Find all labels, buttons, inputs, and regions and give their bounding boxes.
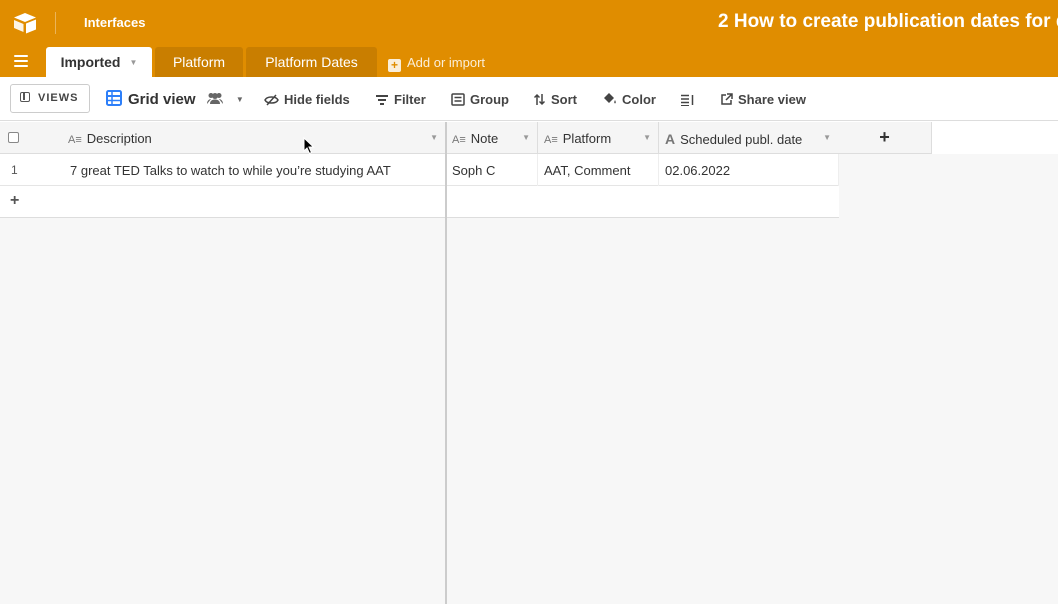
- grid-icon: [106, 90, 122, 106]
- base-title[interactable]: 2 How to create publication dates for di…: [718, 11, 1058, 33]
- scheduled-publ-date-cell[interactable]: 02.06.2022: [659, 154, 839, 186]
- plus-icon: +: [879, 127, 890, 147]
- color-button[interactable]: Color: [602, 92, 656, 107]
- chevron-down-icon[interactable]: ▼: [236, 95, 244, 104]
- share-view-button[interactable]: Share view: [720, 92, 806, 107]
- sidebar-icon: [20, 92, 30, 102]
- description-cell[interactable]: 7 great TED Talks to watch to while you’…: [62, 154, 446, 186]
- long-text-icon: A≡: [68, 134, 82, 146]
- sort-label: Sort: [551, 92, 577, 107]
- long-text-icon: A≡: [544, 134, 558, 146]
- view-toolbar: VIEWS Grid view ▼ Hide fields Filter Gro…: [0, 77, 1058, 121]
- column-header-note[interactable]: A≡ Note ▼: [446, 122, 538, 154]
- color-label: Color: [622, 92, 656, 107]
- frozen-column-divider[interactable]: [445, 122, 447, 604]
- tab-imported[interactable]: Imported ▼: [46, 47, 152, 77]
- eye-slash-icon: [264, 94, 279, 106]
- menu-icon[interactable]: [14, 55, 28, 67]
- chevron-down-icon[interactable]: ▼: [522, 133, 530, 142]
- chevron-down-icon[interactable]: ▼: [430, 133, 438, 142]
- select-all-cell: [0, 122, 62, 154]
- add-import-label: Add or import: [407, 55, 486, 70]
- data-grid: A≡ Description ▼ A≡ Note ▼ A≡ Platform ▼ AS…: [0, 122, 1058, 604]
- tab-platform[interactable]: Platform: [155, 47, 243, 77]
- platform-cell[interactable]: AAT, Comment: [538, 154, 659, 186]
- collaborators-icon: [206, 93, 223, 104]
- plus-icon: +: [388, 59, 401, 72]
- empty-grid-area: [839, 154, 1058, 218]
- group-label: Group: [470, 92, 509, 107]
- empty-grid-area: [0, 218, 1058, 604]
- column-header-platform[interactable]: A≡ Platform ▼: [538, 122, 659, 154]
- tab-platform-dates[interactable]: Platform Dates: [246, 47, 377, 77]
- chevron-down-icon[interactable]: ▼: [823, 133, 831, 142]
- interfaces-link[interactable]: Interfaces: [84, 15, 145, 30]
- column-header-scheduled-publ-date[interactable]: A Scheduled publ. date ▼: [659, 122, 839, 154]
- tab-label: Platform: [172, 54, 226, 70]
- grid-view-switcher[interactable]: Grid view ▼: [106, 90, 244, 108]
- plus-icon: +: [10, 192, 20, 209]
- filter-button[interactable]: Filter: [375, 92, 426, 107]
- grid-view-label: Grid view: [128, 91, 196, 108]
- add-or-import-button[interactable]: + Add or import: [388, 55, 485, 72]
- tab-label: Imported: [60, 54, 121, 70]
- share-icon: [721, 93, 733, 105]
- filter-icon: [376, 95, 388, 105]
- share-view-label: Share view: [738, 92, 806, 107]
- row-number-cell: 1: [0, 154, 62, 186]
- table-tab-bar: Imported ▼ Platform Platform Dates + Add o…: [0, 46, 1058, 77]
- header-row: A≡ Description ▼ A≡ Note ▼ A≡ Platform ▼ AS…: [0, 122, 932, 154]
- column-header-label: Note: [470, 131, 499, 146]
- hide-fields-label: Hide fields: [284, 92, 350, 107]
- note-cell[interactable]: Soph C: [446, 154, 538, 186]
- group-icon: [451, 93, 465, 106]
- table-row[interactable]: 1 7 great TED Talks to watch to while yo…: [0, 154, 839, 186]
- long-text-icon: A≡: [452, 134, 466, 146]
- filter-label: Filter: [394, 92, 426, 107]
- row-number: 1: [11, 163, 18, 177]
- select-all-checkbox[interactable]: [8, 132, 19, 143]
- views-toggle-button[interactable]: VIEWS: [10, 84, 90, 113]
- sort-button[interactable]: Sort: [533, 92, 577, 107]
- group-button[interactable]: Group: [451, 92, 509, 107]
- column-header-label: Platform: [562, 131, 612, 146]
- column-header-description[interactable]: A≡ Description ▼: [62, 122, 446, 154]
- top-bar: Interfaces 2 How to create publication d…: [0, 0, 1058, 46]
- chevron-down-icon[interactable]: ▼: [643, 133, 651, 142]
- add-record-row[interactable]: +: [0, 186, 839, 218]
- views-label: VIEWS: [38, 92, 79, 104]
- single-line-text-icon: A: [665, 131, 676, 147]
- divider: [55, 12, 56, 34]
- row-height-icon: [681, 94, 694, 106]
- add-field-button[interactable]: +: [838, 122, 932, 154]
- chevron-down-icon[interactable]: ▼: [129, 58, 137, 67]
- paint-bucket-icon: [604, 93, 616, 104]
- column-header-label: Scheduled publ. date: [680, 132, 803, 147]
- airtable-logo-icon[interactable]: [12, 12, 38, 34]
- sort-icon: [533, 93, 546, 106]
- tab-label: Platform Dates: [265, 54, 358, 70]
- column-header-label: Description: [86, 131, 152, 146]
- row-height-button[interactable]: [680, 92, 699, 107]
- hide-fields-button[interactable]: Hide fields: [264, 92, 350, 107]
- mouse-cursor-icon: [303, 137, 315, 155]
